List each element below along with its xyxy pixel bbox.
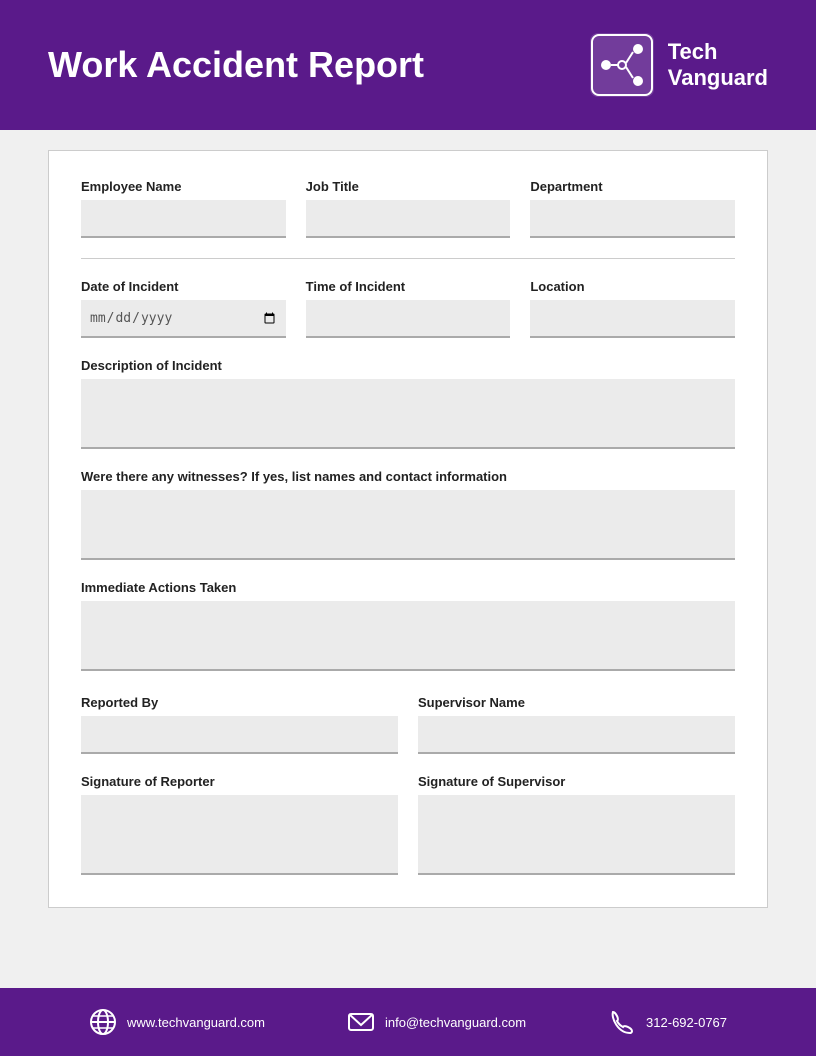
row-reported: Reported By Supervisor Name	[81, 695, 735, 754]
date-label: Date of Incident	[81, 279, 286, 294]
email-icon	[347, 1008, 375, 1036]
sig-supervisor-label: Signature of Supervisor	[418, 774, 735, 789]
sig-reporter-label: Signature of Reporter	[81, 774, 398, 789]
description-group: Description of Incident	[81, 358, 735, 449]
logo-icon	[590, 33, 654, 97]
row-signatures: Signature of Reporter Signature of Super…	[81, 774, 735, 875]
reported-by-input[interactable]	[81, 716, 398, 754]
row-employee-info: Employee Name Job Title Department	[81, 179, 735, 238]
job-title-group: Job Title	[306, 179, 511, 238]
website-text: www.techvanguard.com	[127, 1015, 265, 1030]
witnesses-textarea[interactable]	[81, 490, 735, 560]
job-title-label: Job Title	[306, 179, 511, 194]
description-label: Description of Incident	[81, 358, 735, 373]
page-title: Work Accident Report	[48, 44, 424, 86]
supervisor-name-input[interactable]	[418, 716, 735, 754]
witnesses-label: Were there any witnesses? If yes, list n…	[81, 469, 735, 484]
content-area: Employee Name Job Title Department Date …	[0, 130, 816, 988]
time-label: Time of Incident	[306, 279, 511, 294]
actions-label: Immediate Actions Taken	[81, 580, 735, 595]
logo-text: Tech Vanguard	[668, 39, 768, 92]
location-group: Location	[530, 279, 735, 338]
supervisor-name-label: Supervisor Name	[418, 695, 735, 710]
phone-text: 312-692-0767	[646, 1015, 727, 1030]
logo: Tech Vanguard	[590, 33, 768, 97]
location-input[interactable]	[530, 300, 735, 338]
date-input[interactable]	[81, 300, 286, 338]
department-group: Department	[530, 179, 735, 238]
footer-email: info@techvanguard.com	[347, 1008, 526, 1036]
employee-name-input[interactable]	[81, 200, 286, 238]
sig-supervisor-group: Signature of Supervisor	[418, 774, 735, 875]
reported-by-group: Reported By	[81, 695, 398, 754]
footer-website: www.techvanguard.com	[89, 1008, 265, 1036]
email-text: info@techvanguard.com	[385, 1015, 526, 1030]
actions-group: Immediate Actions Taken	[81, 580, 735, 671]
globe-icon	[89, 1008, 117, 1036]
employee-name-label: Employee Name	[81, 179, 286, 194]
employee-name-group: Employee Name	[81, 179, 286, 238]
department-label: Department	[530, 179, 735, 194]
actions-textarea[interactable]	[81, 601, 735, 671]
department-input[interactable]	[530, 200, 735, 238]
witnesses-group: Were there any witnesses? If yes, list n…	[81, 469, 735, 560]
location-label: Location	[530, 279, 735, 294]
page-header: Work Accident Report Tech Vanguard	[0, 0, 816, 130]
phone-icon	[608, 1008, 636, 1036]
footer-phone: 312-692-0767	[608, 1008, 727, 1036]
page-footer: www.techvanguard.com info@techvanguard.c…	[0, 988, 816, 1056]
time-input[interactable]	[306, 300, 511, 338]
row-incident-info: Date of Incident Time of Incident Locati…	[81, 279, 735, 338]
sig-reporter-box[interactable]	[81, 795, 398, 875]
form-container: Employee Name Job Title Department Date …	[48, 150, 768, 908]
reported-by-label: Reported By	[81, 695, 398, 710]
supervisor-name-group: Supervisor Name	[418, 695, 735, 754]
time-group: Time of Incident	[306, 279, 511, 338]
sig-supervisor-box[interactable]	[418, 795, 735, 875]
job-title-input[interactable]	[306, 200, 511, 238]
sig-reporter-group: Signature of Reporter	[81, 774, 398, 875]
divider-1	[81, 258, 735, 259]
description-textarea[interactable]	[81, 379, 735, 449]
date-group: Date of Incident	[81, 279, 286, 338]
